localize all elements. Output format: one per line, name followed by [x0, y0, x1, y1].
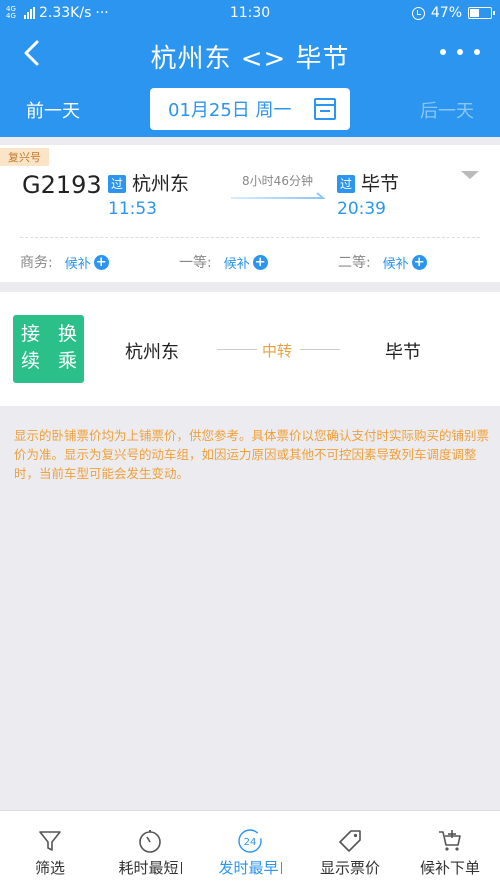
fare-notice: 显示的卧铺票价均为上铺票价，供您参考。具体票价以您确认支付时实际购买的铺别票价为… [14, 428, 490, 481]
tab-waitlist-order[interactable]: 候补下单 [400, 811, 500, 888]
tab-shortest-duration[interactable]: 耗时最短 [100, 811, 200, 888]
add-icon: + [252, 254, 268, 270]
seat-first-class[interactable]: 一等: 候补 + [179, 252, 268, 272]
pass-badge: 过 [337, 175, 355, 193]
seat-status: 候补 [223, 256, 250, 272]
header-area: 4G 4G 2.33K/s ··· 11:30 47% 杭州东 <> 毕节 前一… [0, 0, 500, 137]
transfer-card[interactable]: 接 换 续 乘 杭州东 中转 毕节 [0, 292, 500, 406]
bottom-toolbar: 筛选 耗时最短 24 发时最早 显示票价 候补下单 [0, 810, 500, 888]
selected-date: 01月25日 周一 [168, 100, 292, 121]
seat-status: 候补 [64, 256, 91, 272]
date-picker-button[interactable]: 01月25日 周一 [150, 88, 350, 130]
transfer-badge: 接 换 续 乘 [13, 315, 84, 383]
connector-line [300, 349, 340, 350]
battery-icon [468, 7, 495, 19]
seat-label: 一等: [179, 255, 212, 271]
transfer-label: 中转 [262, 342, 293, 360]
prev-day-button[interactable]: 前一天 [26, 97, 80, 123]
page-title: 杭州东 <> 毕节 [150, 44, 350, 74]
transfer-to-station: 毕节 [385, 342, 421, 363]
clock-24-icon: 24 [238, 829, 262, 853]
departure-time: 11:53 [108, 199, 157, 219]
pass-badge: 过 [108, 175, 126, 193]
calendar-icon [314, 98, 336, 120]
transfer-from-station: 杭州东 [125, 342, 179, 363]
more-icon[interactable] [440, 42, 480, 62]
tab-filter[interactable]: 筛选 [0, 811, 100, 888]
tab-label: 显示票价 [319, 859, 380, 877]
battery-percent: 47% [430, 5, 462, 21]
route-arrow-icon [231, 192, 326, 199]
tab-label: 筛选 [34, 859, 65, 877]
departure-station: 过 杭州东 [108, 169, 189, 196]
nav-bar: 杭州东 <> 毕节 [0, 30, 500, 78]
price-tag-icon [339, 830, 361, 852]
seat-label: 二等: [338, 255, 371, 271]
add-icon: + [411, 254, 427, 270]
train-card[interactable]: 复兴号 G2193 过 杭州东 11:53 8小时46分钟 过 毕节 20:39… [0, 145, 500, 282]
divider [20, 237, 480, 238]
seat-business[interactable]: 商务: 候补 + [20, 252, 109, 272]
departure-station-name: 杭州东 [132, 173, 190, 195]
tab-label: 耗时最短 [118, 859, 179, 877]
next-day-button[interactable]: 后一天 [420, 97, 474, 123]
arrival-station-name: 毕节 [361, 173, 400, 195]
seat-second-class[interactable]: 二等: 候补 + [338, 252, 427, 272]
add-icon: + [93, 254, 109, 270]
date-selector: 前一天 01月25日 周一 后一天 [0, 88, 500, 130]
seat-label: 商务: [20, 255, 53, 271]
chevron-down-icon[interactable] [461, 171, 479, 179]
arrival-time: 20:39 [337, 199, 386, 219]
status-bar: 4G 4G 2.33K/s ··· 11:30 47% [0, 0, 500, 26]
filter-icon [39, 831, 61, 851]
alarm-icon [411, 6, 425, 20]
train-number: G2193 [22, 171, 102, 199]
tab-label: 发时最早 [218, 859, 279, 877]
arrival-station: 过 毕节 [337, 169, 399, 196]
stopwatch-icon [139, 830, 161, 853]
connector-line [217, 349, 257, 350]
tab-earliest-departure[interactable]: 24 发时最早 [200, 811, 300, 888]
travel-duration: 8小时46分钟 [242, 174, 313, 188]
fuxing-tag: 复兴号 [0, 148, 49, 166]
cart-plus-icon [439, 830, 461, 851]
svg-text:24: 24 [244, 837, 257, 848]
tab-label: 候补下单 [419, 859, 480, 877]
seat-status: 候补 [382, 256, 409, 272]
tab-show-price[interactable]: 显示票价 [300, 811, 400, 888]
